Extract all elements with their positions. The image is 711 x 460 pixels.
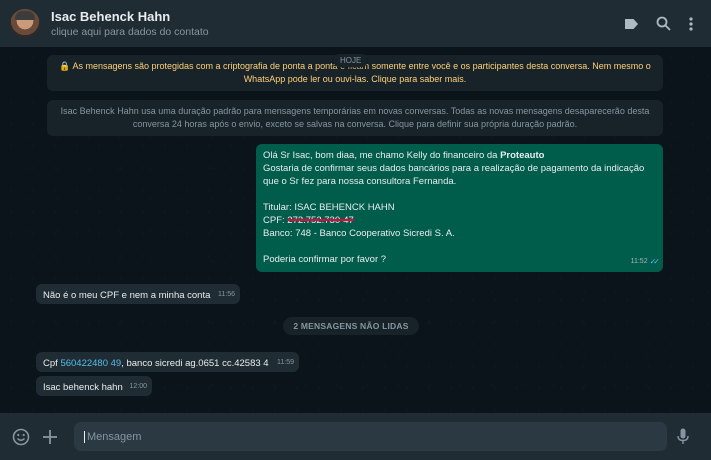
company-name: Proteauto xyxy=(500,150,545,161)
contact-subtitle[interactable]: clique aqui para dados do contato xyxy=(51,26,209,38)
message-time: 12:00 xyxy=(129,383,147,390)
label-icon[interactable] xyxy=(624,18,638,29)
temporary-messages-notice[interactable]: Isac Behenck Hahn usa uma duração padrão… xyxy=(47,100,663,136)
message-text-rest: , banco sicredi ag.0651 cc.42583 4 xyxy=(121,358,269,369)
cpf-value: 272.752.730-47 xyxy=(287,215,354,226)
contact-name[interactable]: Isac Behenck Hahn xyxy=(51,9,209,24)
message-text: Isac behenck hahn xyxy=(43,382,123,393)
contact-info[interactable]: Isac Behenck Hahn clique aqui para dados… xyxy=(51,9,209,38)
read-receipt-icon: ✓✓ xyxy=(649,257,661,266)
titular-line: Titular: ISAC BEHENCK HAHN xyxy=(263,202,395,213)
contact-avatar[interactable] xyxy=(10,8,40,39)
composer-bar xyxy=(0,413,711,460)
search-icon[interactable] xyxy=(656,16,671,31)
message-time: 11:59 xyxy=(277,359,294,366)
message-meta: 11:52 ✓✓ xyxy=(630,255,661,268)
message-text: Não é o meu CPF e nem a minha conta xyxy=(43,290,211,301)
menu-icon[interactable] xyxy=(689,16,693,31)
emoji-icon[interactable] xyxy=(10,426,32,448)
day-separator: HOJE xyxy=(334,54,368,67)
incoming-message[interactable]: Cpf 560422480 49, banco sicredi ag.0651 … xyxy=(36,352,299,372)
greeting-text: Olá Sr Isac, bom diaa, me chamo Kelly do… xyxy=(263,150,501,161)
cpf-label: CPF: xyxy=(263,215,288,226)
message-input[interactable] xyxy=(84,430,667,443)
incoming-message[interactable]: Não é o meu CPF e nem a minha conta 11:5… xyxy=(36,284,240,304)
message-list[interactable]: 🔒 As mensagens são protegidas com a crip… xyxy=(0,47,711,413)
unread-messages-divider: 2 MENSAGENS NÃO LIDAS xyxy=(283,317,419,335)
bank-line: Banco: 748 - Banco Cooperativo Sicredi S… xyxy=(263,228,455,239)
closing-line: Poderia confirmar por favor ? xyxy=(263,254,387,265)
message-text-prefix: Cpf xyxy=(43,358,61,369)
message-input-box[interactable] xyxy=(74,422,667,451)
incoming-message[interactable]: Isac behenck hahn 12:00 xyxy=(36,376,152,396)
message-time: 11:56 xyxy=(218,291,235,298)
message-time: 11:52 xyxy=(630,258,648,265)
microphone-icon[interactable] xyxy=(672,426,694,448)
phone-number-link[interactable]: 560422480 49 xyxy=(60,358,121,369)
request-text: Gostaria de confirmar seus dados bancári… xyxy=(263,163,645,187)
outgoing-message[interactable]: Olá Sr Isac, bom diaa, me chamo Kelly do… xyxy=(256,144,663,272)
attach-plus-icon[interactable] xyxy=(39,426,61,448)
chat-header[interactable]: Isac Behenck Hahn clique aqui para dados… xyxy=(0,0,711,47)
